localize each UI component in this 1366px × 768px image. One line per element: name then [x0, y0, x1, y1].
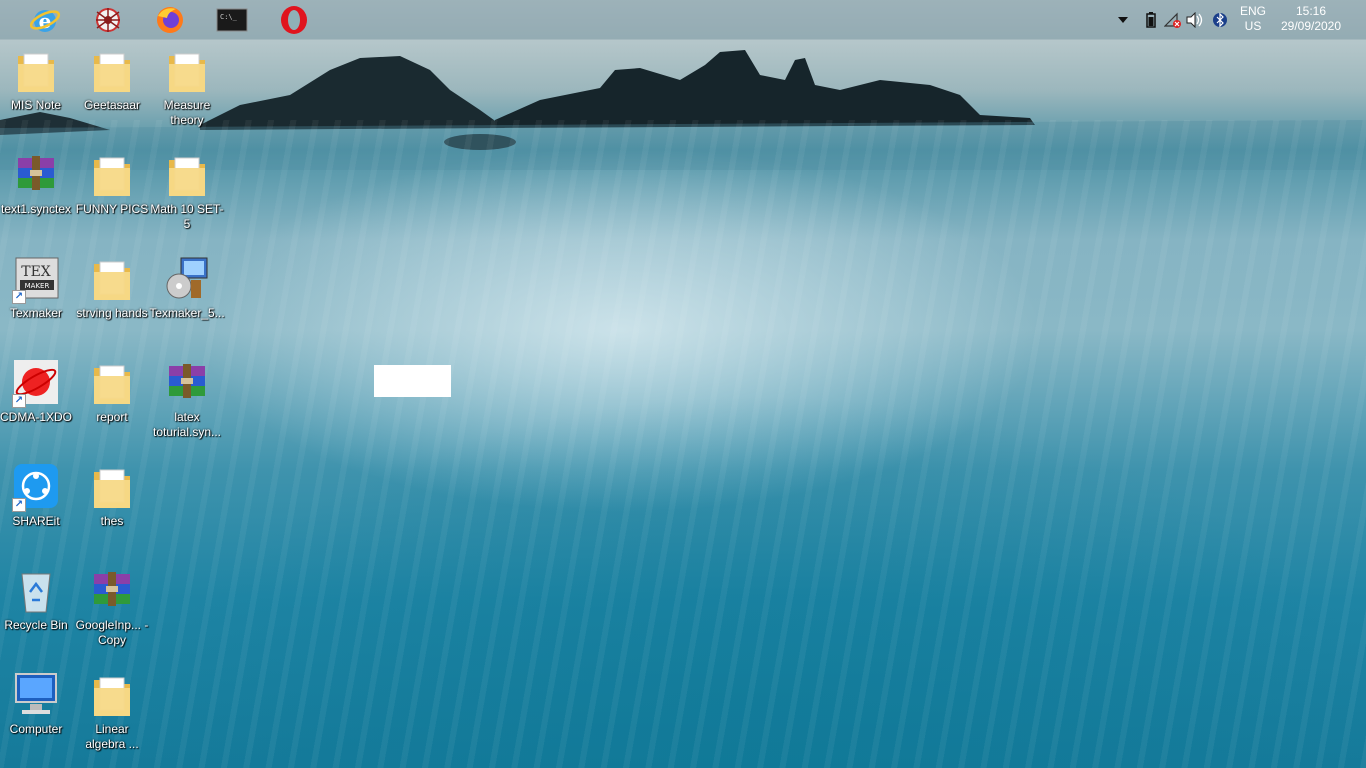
archive-icon	[88, 566, 136, 616]
language-region: US	[1244, 19, 1262, 33]
desktop-icon-label: report	[96, 410, 128, 424]
volume-icon[interactable]	[1186, 11, 1204, 29]
desktop-icon[interactable]: text1.synctex	[0, 146, 74, 246]
desktop-icon[interactable]: GoogleInp... - Copy	[74, 562, 150, 662]
folder-icon	[163, 46, 211, 96]
desktop-icon-label: Texmaker	[9, 306, 62, 320]
desktop-icon-label: FUNNY PICS	[75, 202, 149, 216]
desktop-icon[interactable]: Measure theory	[149, 42, 225, 142]
shortcut-arrow-icon: ↗	[12, 498, 26, 512]
folder-icon	[88, 254, 136, 304]
folder-icon	[88, 46, 136, 96]
opera-button[interactable]	[276, 2, 312, 38]
desktop-icon-label: Texmaker_5...	[149, 306, 225, 320]
folder-icon	[88, 462, 136, 512]
bluetooth-icon[interactable]	[1211, 11, 1229, 29]
folder-icon	[88, 358, 136, 408]
shortcut-arrow-icon: ↗	[12, 290, 26, 304]
chevron-up-icon[interactable]	[1114, 11, 1132, 29]
installer-icon	[163, 254, 211, 304]
desktop-icon[interactable]: FUNNY PICS	[74, 146, 150, 246]
firefox-icon	[157, 7, 183, 33]
desktop-icon-label: SHAREit	[12, 514, 60, 528]
desktop-icon[interactable]: strving hands	[74, 250, 150, 350]
svg-text:C:\_: C:\_	[220, 13, 238, 21]
opera-icon	[281, 6, 307, 34]
desktop-icon[interactable]: Math 10 SET-5	[149, 146, 225, 246]
desktop-icon-label: Math 10 SET-5	[150, 202, 224, 231]
network-disconnected-icon[interactable]	[1164, 11, 1182, 29]
computer-icon	[12, 670, 60, 720]
desktop-icon-label: Linear algebra ...	[85, 722, 139, 751]
battery-icon[interactable]	[1142, 11, 1160, 29]
desktop-icon[interactable]: Geetasaar	[74, 42, 150, 142]
recycle-icon	[12, 566, 60, 616]
cdma-icon: ↗	[12, 358, 60, 408]
archive-icon	[12, 150, 60, 200]
language-code: ENG	[1239, 4, 1266, 18]
terminal-icon: C:\_	[216, 8, 248, 32]
desktop-icon[interactable]: Computer	[0, 666, 74, 766]
language-indicator[interactable]: ENG US	[1236, 4, 1270, 34]
archive-icon	[163, 358, 211, 408]
blank-white-box	[374, 365, 451, 397]
internet-explorer-button[interactable]: e	[27, 2, 63, 38]
folder-icon	[12, 46, 60, 96]
desktop-icon-label: GoogleInp... - Copy	[75, 618, 149, 647]
desktop-icon-label: latex toturial.syn...	[152, 410, 222, 439]
shortcut-arrow-icon: ↗	[12, 394, 26, 408]
texmaker-icon: TEX MAKER ↗	[12, 254, 60, 304]
firefox-button[interactable]	[152, 2, 188, 38]
desktop-icon-label: MIS Note	[10, 98, 61, 112]
desktop-icon-label: Measure theory	[163, 98, 211, 127]
desktop-icon[interactable]: Linear algebra ...	[74, 666, 150, 766]
desktop-icon[interactable]: Texmaker_5...	[149, 250, 225, 350]
desktop-icon-label: Recycle Bin	[4, 618, 68, 632]
desktop-icon-label: strving hands	[76, 306, 148, 320]
desktop-icon[interactable]: thes	[74, 458, 150, 558]
desktop-icon[interactable]: ↗ SHAREit	[0, 458, 74, 558]
clock-time: 15:16	[1295, 4, 1327, 18]
desktop-icon[interactable]: MIS Note	[0, 42, 74, 142]
ie-icon: e	[29, 9, 61, 33]
svg-text:TEX: TEX	[21, 264, 51, 280]
desktop-icon[interactable]: ↗ CDMA-1XDO	[0, 354, 74, 454]
desktop-icon[interactable]: TEX MAKER ↗ Texmaker	[0, 250, 74, 350]
spider-icon	[96, 8, 120, 32]
terminal-button[interactable]: C:\_	[214, 2, 250, 38]
desktop-icon-label: Computer	[9, 722, 63, 736]
clock-date: 29/09/2020	[1280, 19, 1342, 33]
desktop-icon-label: text1.synctex	[0, 202, 72, 216]
taskbar: e C:\_ ENG US 15:16 29/09/2020	[0, 0, 1366, 40]
svg-text:MAKER: MAKER	[25, 282, 50, 290]
desktop-icon-label: CDMA-1XDO	[0, 410, 72, 424]
desktop-icon-label: Geetasaar	[83, 98, 141, 112]
desktop-icon[interactable]: report	[74, 354, 150, 454]
folder-icon	[88, 670, 136, 720]
desktop-icon[interactable]: Recycle Bin	[0, 562, 74, 662]
desktop-icon-label: thes	[100, 514, 124, 528]
folder-icon	[163, 150, 211, 200]
clock[interactable]: 15:16 29/09/2020	[1276, 4, 1346, 34]
spider-app-button[interactable]	[90, 2, 126, 38]
folder-icon	[88, 150, 136, 200]
shareit-icon: ↗	[12, 462, 60, 512]
desktop-icon[interactable]: latex toturial.syn...	[149, 354, 225, 454]
